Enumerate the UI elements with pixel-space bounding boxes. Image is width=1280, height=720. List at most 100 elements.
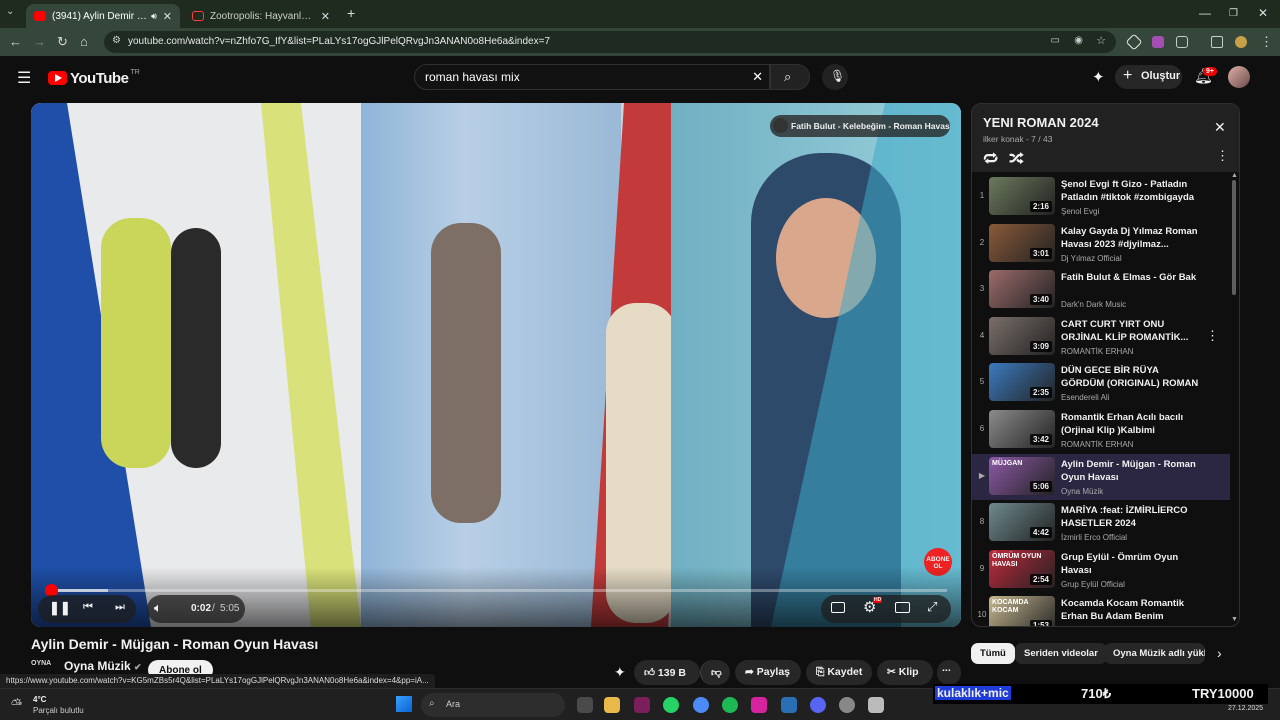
scroll-up-icon[interactable]: ▲	[1231, 172, 1238, 179]
shuffle-icon[interactable]: 🔀︎	[1009, 148, 1024, 170]
reading-list-icon[interactable]	[1211, 36, 1223, 48]
close-tab-icon[interactable]: ✕	[163, 10, 172, 23]
channel-name[interactable]: Oyna Müzik ✔	[64, 659, 142, 673]
theater-mode-icon[interactable]	[895, 602, 910, 613]
chrome-icon[interactable]	[693, 697, 709, 713]
chips-next-icon[interactable]: ›	[1217, 645, 1222, 661]
clear-search-icon[interactable]: ✕	[752, 69, 763, 85]
playlist-item[interactable]: ▶ MÜJGAN 5:06 Aylin Demir - Müjgan - Roman …	[972, 453, 1230, 500]
settings-icon[interactable]	[868, 697, 884, 713]
ask-ai-icon[interactable]: ✦	[614, 664, 626, 681]
minimize-icon[interactable]: —	[1199, 6, 1211, 20]
item-thumbnail[interactable]: 2:35	[989, 363, 1055, 402]
playlist-item[interactable]: 8 4:42 MARİYA :feat: İZMİRLİERCO HASETLER …	[972, 500, 1230, 546]
video-player[interactable]: Fatih Bulut - Kelebeğim - Roman Havası A…	[31, 103, 961, 627]
tab-search-icon[interactable]: ⌄	[6, 6, 14, 17]
item-thumbnail[interactable]: 3:09	[989, 316, 1055, 355]
item-menu-icon[interactable]: ⋮	[1206, 328, 1219, 344]
playlist-item[interactable]: 5 2:35 DÜN GECE BİR RÜYA GÖRDÜM (ORIGINAL)…	[972, 360, 1230, 406]
whatsapp-icon[interactable]	[663, 697, 679, 713]
scroll-down-icon[interactable]: ▼	[1231, 616, 1238, 623]
weather-cloud-icon[interactable]: ⛅︎	[11, 696, 22, 713]
tab-youtube[interactable]: (3941) Aylin Demir - Müjgan 🔊︎ ✕	[26, 4, 180, 28]
progress-bar[interactable]	[45, 584, 947, 597]
save-button[interactable]: ⎘ Kaydet	[806, 660, 872, 685]
playlist-item[interactable]: 10 KOCAMDA KOCAM 1:53 Kocamda Kocam Romanti…	[972, 593, 1230, 626]
reload-icon[interactable]: ↻	[57, 34, 68, 50]
more-actions-button[interactable]: ...	[937, 660, 961, 685]
back-icon[interactable]: ←	[9, 34, 22, 49]
cast-icon[interactable]: ▭	[1051, 35, 1060, 46]
loop-icon[interactable]: 🔁︎	[983, 148, 998, 170]
search-input[interactable]: roman havası mix ✕	[414, 64, 770, 90]
item-thumbnail[interactable]: 3:01	[989, 223, 1055, 262]
playlist-item[interactable]: 9 ÖMRÜM OYUN HAVASI 2:54 Grup Eylül - Ömrüm…	[972, 547, 1230, 593]
instagram-icon[interactable]	[751, 697, 767, 713]
extensions-puzzle-icon[interactable]	[1176, 36, 1188, 48]
playlist-item[interactable]: 6 3:42 Romantik Erhan Acılı bacılı (Orjina…	[972, 407, 1230, 453]
bookmark-star-icon[interactable]: ☆	[1096, 34, 1106, 47]
app-icon[interactable]	[634, 697, 650, 713]
steam-icon[interactable]	[781, 697, 797, 713]
taskbar-search[interactable]: ⌕ Ara	[421, 693, 565, 717]
item-thumbnail[interactable]: MÜJGAN 5:06	[989, 456, 1055, 495]
like-button[interactable]: 👍︎ 139 B	[634, 660, 700, 685]
restore-icon[interactable]: ❐	[1229, 8, 1238, 19]
windows-start-icon[interactable]	[396, 696, 412, 712]
extension-diamond-icon[interactable]	[1125, 33, 1143, 51]
file-explorer-icon[interactable]	[604, 697, 620, 713]
next-video-badge[interactable]: Fatih Bulut - Kelebeğim - Roman Havası	[770, 115, 950, 137]
playlist-item[interactable]: 4 3:09 CART CURT YIRT ONU ORJİNAL KLİP ROM…	[972, 314, 1230, 360]
forward-icon[interactable]: →	[33, 34, 46, 49]
hamburger-menu-icon[interactable]: ☰	[17, 68, 31, 88]
profile-avatar-icon[interactable]	[1235, 36, 1247, 48]
playlist-item[interactable]: 2 3:01 Kalay Gayda Dj Yılmaz Roman Havası …	[972, 221, 1230, 267]
item-thumbnail[interactable]: 2:16	[989, 177, 1055, 215]
playlist-scrollbar[interactable]	[1232, 180, 1236, 295]
site-info-icon[interactable]: ⚙	[112, 35, 121, 46]
chip-channel-uploads[interactable]: Oyna Müzik adlı yükle	[1104, 643, 1205, 664]
discord-icon[interactable]	[810, 697, 826, 713]
task-view-icon[interactable]	[577, 697, 593, 713]
eye-off-icon[interactable]: ◉	[1074, 35, 1083, 46]
app-icon[interactable]	[839, 697, 855, 713]
item-thumbnail[interactable]: ÖMRÜM OYUN HAVASI 2:54	[989, 549, 1055, 588]
search-button[interactable]: ⌕	[770, 64, 810, 90]
clip-button[interactable]: ✂ Klip	[877, 660, 933, 685]
tab-zootropolis[interactable]: Zootropolis: Hayvanlar Şehri | F ✕	[184, 4, 338, 28]
pause-icon[interactable]: ❚❚	[49, 600, 71, 616]
item-thumbnail[interactable]: KOCAMDA KOCAM 1:53	[989, 596, 1055, 626]
chip-series[interactable]: Seriden videolar	[1015, 643, 1107, 664]
browser-menu-icon[interactable]: ⋮	[1260, 34, 1273, 50]
item-thumbnail[interactable]: 3:42	[989, 410, 1055, 448]
dislike-button[interactable]: 👎︎	[700, 660, 730, 685]
playlist-item[interactable]: 1 2:16 Şenol Evgi ft Gizo - Patladın Patla…	[972, 174, 1230, 220]
fullscreen-icon[interactable]: ⤢	[927, 599, 937, 615]
subtitles-icon[interactable]	[831, 602, 845, 613]
playlist-title[interactable]: YENI ROMAN 2024	[983, 115, 1099, 130]
youtube-logo[interactable]: YouTube TR	[48, 69, 140, 87]
channel-logo[interactable]: OYNA	[31, 660, 57, 673]
share-button[interactable]: ➦ Paylaş	[735, 660, 801, 685]
close-window-icon[interactable]: ✕	[1258, 6, 1268, 20]
playlist-item[interactable]: 3 3:40 Fatih Bulut & Elmas - Gör Bak Dark'n…	[972, 267, 1230, 313]
chip-all[interactable]: Tümü	[971, 643, 1015, 664]
previous-icon[interactable]: ⏮︎	[83, 601, 93, 614]
thumbs-down-icon: 👎︎	[711, 667, 722, 679]
item-thumbnail[interactable]: 4:42	[989, 503, 1055, 542]
close-tab-icon[interactable]: ✕	[321, 10, 330, 23]
address-bar[interactable]: ⚙ youtube.com/watch?v=nZhfo7G_IfY&list=P…	[104, 31, 1116, 53]
extension-purple-icon[interactable]	[1152, 36, 1164, 48]
home-icon[interactable]: ⌂	[80, 34, 88, 49]
close-playlist-icon[interactable]: ✕	[1214, 119, 1226, 136]
playlist-menu-icon[interactable]: ⋮	[1216, 148, 1229, 164]
volume-icon[interactable]: 🔈︎	[154, 600, 162, 616]
new-tab-icon[interactable]: +	[347, 5, 355, 21]
voice-search-button[interactable]: 🎙︎	[822, 64, 848, 90]
premium-icon[interactable]: ✦	[1092, 68, 1105, 86]
item-thumbnail[interactable]: 3:40	[989, 270, 1055, 309]
spotify-icon[interactable]	[722, 697, 738, 713]
create-button[interactable]: + Oluştur	[1115, 65, 1182, 89]
account-avatar[interactable]	[1228, 66, 1250, 88]
next-icon[interactable]: ⏭︎	[115, 601, 125, 614]
